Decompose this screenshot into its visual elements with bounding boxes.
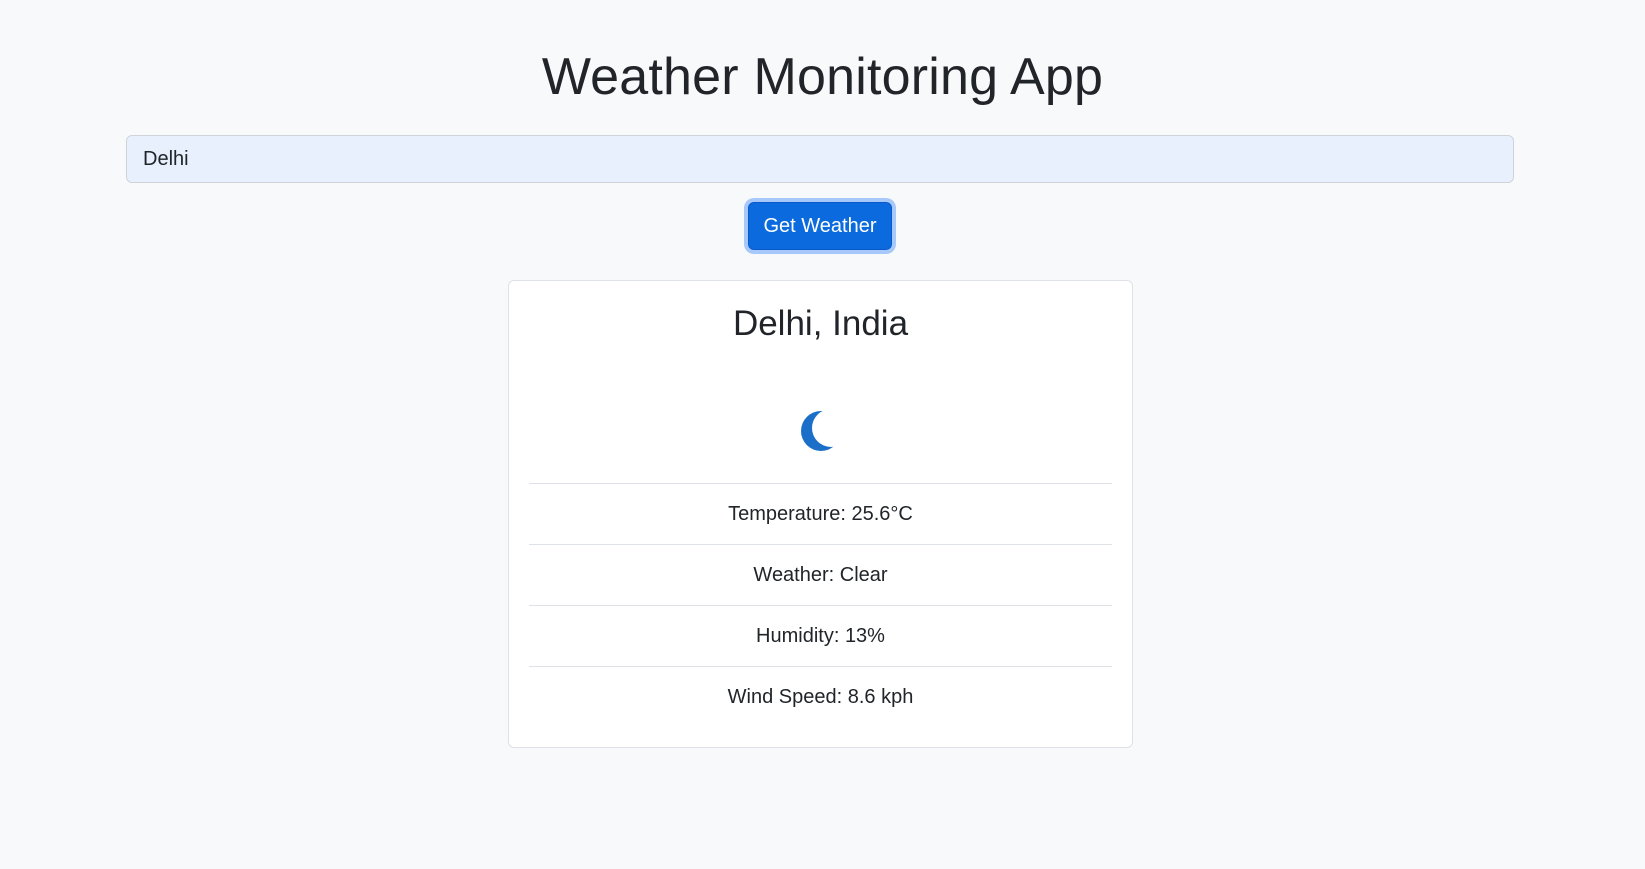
- weather-condition-item: Weather: Clear: [529, 544, 1112, 605]
- weather-card: Delhi, India Temperature: 25.6°C Weather…: [508, 280, 1133, 748]
- weather-detail-list: Temperature: 25.6°C Weather: Clear Humid…: [529, 483, 1112, 727]
- location-title: Delhi, India: [732, 304, 909, 343]
- get-weather-button[interactable]: Get Weather: [748, 202, 892, 250]
- temperature-item: Temperature: 25.6°C: [529, 483, 1112, 544]
- crescent-moon-icon: [801, 411, 841, 451]
- humidity-item: Humidity: 13%: [529, 605, 1112, 666]
- page-title: Weather Monitoring App: [541, 48, 1104, 106]
- city-search-input[interactable]: [126, 135, 1514, 183]
- wind-speed-item: Wind Speed: 8.6 kph: [529, 666, 1112, 727]
